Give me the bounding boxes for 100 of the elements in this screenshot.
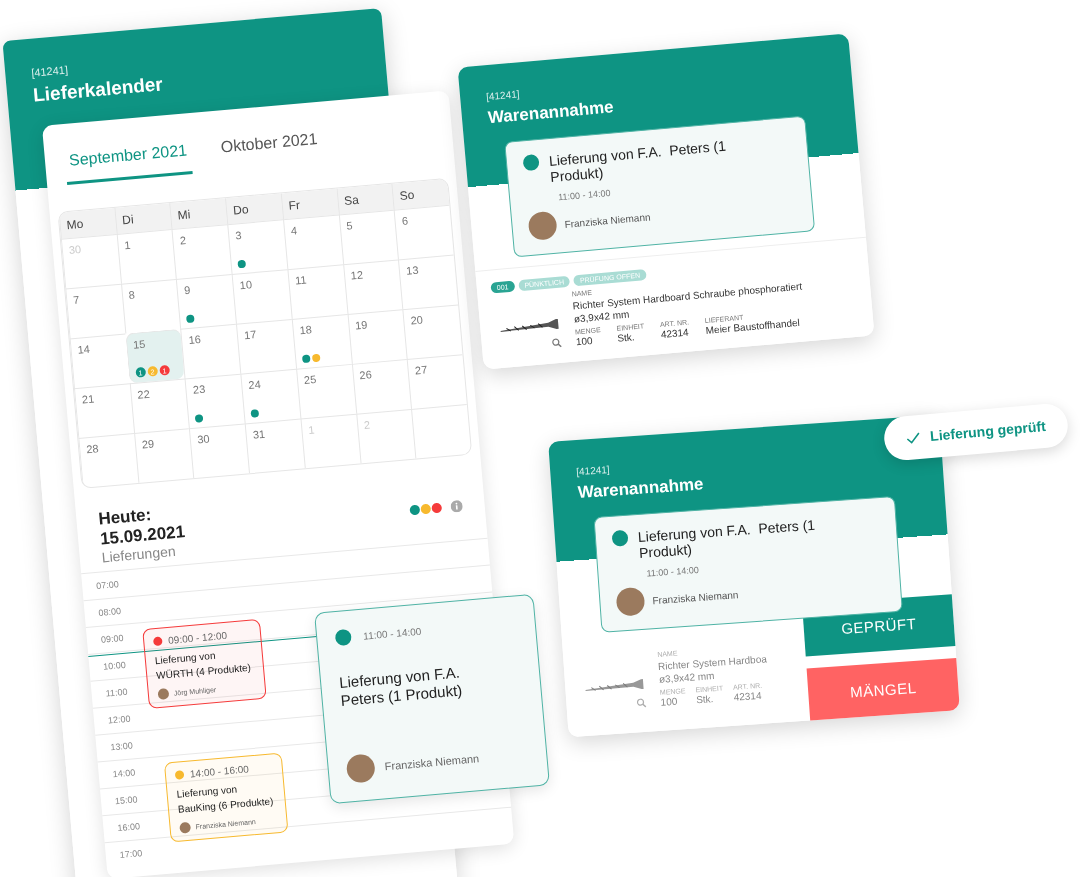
- search-icon: [551, 337, 563, 349]
- field-value: 42314: [660, 326, 691, 340]
- day-number: 12: [350, 268, 364, 282]
- project-code: [41241]: [30, 63, 69, 79]
- day-cell[interactable]: 10: [231, 269, 292, 324]
- field-value: Stk.: [695, 693, 715, 706]
- event-time: 14:00 - 16:00: [189, 763, 250, 780]
- day-number: 14: [77, 342, 91, 356]
- day-number: 8: [128, 288, 136, 302]
- day-cell[interactable]: 19: [347, 309, 407, 364]
- weekday-label: Do: [225, 193, 283, 225]
- day-cell[interactable]: 2: [171, 224, 232, 279]
- event-time: 09:00 - 12:00: [167, 629, 228, 646]
- field-value: 100: [660, 695, 679, 708]
- delivery-title: Lieferung von F.A. Peters (1 Produkt): [548, 137, 728, 185]
- hour-label: 14:00: [112, 767, 136, 780]
- day-number: 2: [179, 233, 187, 247]
- day-cell[interactable]: 25: [295, 363, 356, 419]
- info-icon: [450, 499, 464, 513]
- day-cell[interactable]: 11: [287, 264, 348, 319]
- field-value: 100: [575, 334, 593, 348]
- day-cell[interactable]: 26: [351, 359, 412, 414]
- today-heading: Heute:: [97, 505, 152, 529]
- day-cell[interactable]: 12: [342, 259, 403, 315]
- day-number: 4: [290, 224, 298, 237]
- hour-label: 12:00: [107, 713, 131, 726]
- day-cell[interactable]: 6: [393, 204, 454, 260]
- day-cell[interactable]: 1: [116, 229, 177, 284]
- day-number: 9: [183, 283, 191, 297]
- day-number: 5: [345, 219, 353, 232]
- delivery-card[interactable]: 11:00 - 14:00 Lieferung von F.A. Peters (1 Produkt) Franziska Niemann: [314, 593, 550, 805]
- hour-label: 15:00: [114, 794, 138, 807]
- weekday-label: So: [391, 178, 450, 210]
- month-tab[interactable]: Oktober 2021: [215, 123, 324, 172]
- hour-label: 07:00: [95, 579, 120, 591]
- day-cell[interactable]: 23: [184, 373, 245, 429]
- avatar: [527, 210, 558, 241]
- day-cell[interactable]: 29: [133, 428, 194, 483]
- day-number: 16: [188, 332, 202, 346]
- field-value: Stk.: [616, 331, 637, 344]
- field-value: 42314: [733, 689, 763, 703]
- day-cell[interactable]: 30: [189, 423, 250, 479]
- hour-label: 09:00: [100, 632, 124, 645]
- day-cell[interactable]: 27: [406, 354, 467, 409]
- day-cell[interactable]: 4: [282, 214, 343, 270]
- project-code: [41241]: [575, 463, 610, 478]
- hour-label: 08:00: [98, 605, 122, 618]
- event-title: Lieferung von WÜRTH (4 Produkte): [154, 648, 253, 684]
- hour-label: 11:00: [105, 686, 128, 699]
- hour-label: 13:00: [109, 740, 134, 753]
- delivery-time: 11:00 - 14:00: [557, 186, 612, 203]
- day-cell[interactable]: 28: [78, 433, 139, 488]
- day-number: 1: [123, 238, 131, 252]
- day-number: 29: [141, 437, 155, 451]
- event-title: Lieferung von BauKing (6 Produkte): [176, 782, 275, 817]
- day-number: 26: [358, 368, 373, 382]
- day-cell[interactable]: 13: [398, 254, 459, 310]
- day-number: 6: [401, 214, 409, 227]
- day-cell[interactable]: 16: [180, 323, 241, 379]
- hour-label: 10:00: [102, 659, 127, 672]
- delivery-title: Lieferung von F.A. Peters (1 Produkt): [637, 516, 817, 561]
- day-number: 23: [192, 382, 206, 396]
- hour-label: 17:00: [119, 848, 143, 860]
- hour-label: 16:00: [117, 821, 141, 834]
- day-cell[interactable]: 7: [65, 283, 126, 339]
- day-cell[interactable]: 3: [227, 219, 288, 274]
- day-number: 17: [243, 328, 257, 342]
- day-cell[interactable]: 17: [236, 318, 296, 374]
- day-cell[interactable]: 5: [338, 209, 399, 265]
- day-number: 19: [354, 318, 368, 332]
- day-number: 15: [132, 337, 146, 351]
- month-tab[interactable]: September 2021: [63, 135, 194, 185]
- avatar: [345, 753, 376, 784]
- day-number: 30: [196, 432, 211, 446]
- day-cell[interactable]: 31: [244, 418, 305, 474]
- person-name: Franziska Niemann: [564, 210, 651, 230]
- day-cell[interactable]: 20: [402, 304, 463, 360]
- weekday-label: Fr: [280, 188, 339, 220]
- delivery-time: 11:00 - 14:00: [646, 563, 701, 579]
- person-name: Franziska Niemann: [384, 752, 480, 773]
- day-cell[interactable]: 9: [176, 274, 237, 329]
- avatar: [179, 821, 192, 834]
- day-cell[interactable]: 21: [73, 383, 134, 438]
- day-number: 13: [405, 263, 419, 277]
- avatar: [615, 586, 646, 617]
- day-number: 7: [72, 293, 80, 306]
- day-number: 10: [239, 278, 253, 292]
- day-cell[interactable]: 18: [291, 314, 352, 369]
- weekday-label: Sa: [336, 183, 394, 215]
- delivery-title: Lieferung von F.A. Peters (1 Produkt): [338, 662, 464, 710]
- day-number: 22: [136, 387, 151, 401]
- defect-button[interactable]: MÄNGEL: [806, 658, 960, 721]
- check-icon: [905, 430, 921, 445]
- day-number: 21: [81, 392, 95, 406]
- day-cell[interactable]: 22: [129, 378, 190, 434]
- day-cell[interactable]: 24: [240, 368, 301, 424]
- day-number: 28: [85, 442, 100, 456]
- person-name: Franziska Niemann: [652, 588, 739, 606]
- day-number: 24: [247, 377, 262, 391]
- project-code: [41241]: [485, 88, 520, 103]
